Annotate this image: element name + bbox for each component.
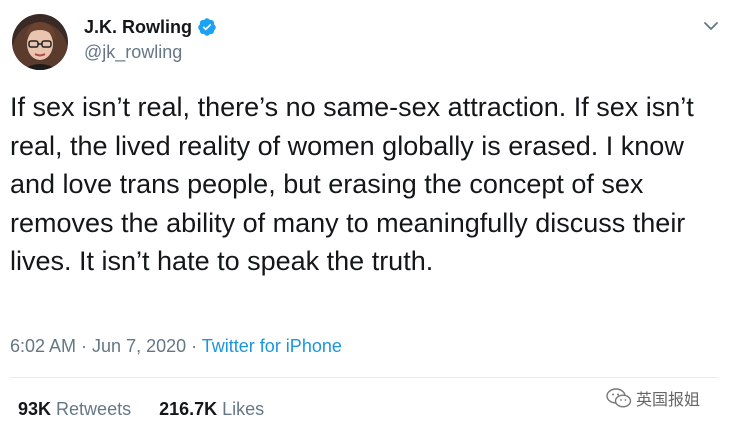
avatar[interactable] <box>12 14 68 70</box>
author-name-row: J.K. Rowling <box>84 16 217 38</box>
likes-stat[interactable]: 216.7K Likes <box>159 398 264 420</box>
tweet-stats: 93K Retweets 216.7K Likes <box>18 398 292 420</box>
retweets-stat[interactable]: 93K Retweets <box>18 398 131 420</box>
tweet-date[interactable]: Jun 7, 2020 <box>92 336 186 356</box>
wechat-icon <box>606 387 632 409</box>
tweet-metadata: 6:02 AM · Jun 7, 2020 · Twitter for iPho… <box>10 335 342 357</box>
divider <box>10 377 719 378</box>
tweet-source-link[interactable]: Twitter for iPhone <box>202 336 342 356</box>
retweets-label: Retweets <box>56 399 132 419</box>
likes-label: Likes <box>222 399 265 419</box>
retweets-count: 93K <box>18 399 52 419</box>
watermark: 英国报姐 <box>606 386 700 410</box>
verified-badge-icon <box>197 17 217 37</box>
author-display-name[interactable]: J.K. Rowling <box>84 16 192 38</box>
watermark-text: 英国报姐 <box>636 390 701 409</box>
tweet-text: If sex isn’t real, there’s no same-sex a… <box>10 92 694 276</box>
chevron-down-icon[interactable] <box>701 16 721 36</box>
author-handle[interactable]: @jk_rowling <box>84 41 182 63</box>
tweet-time[interactable]: 6:02 AM <box>10 336 76 356</box>
likes-count: 216.7K <box>159 399 218 419</box>
meta-separator: · <box>186 336 202 356</box>
meta-separator: · <box>76 336 93 356</box>
